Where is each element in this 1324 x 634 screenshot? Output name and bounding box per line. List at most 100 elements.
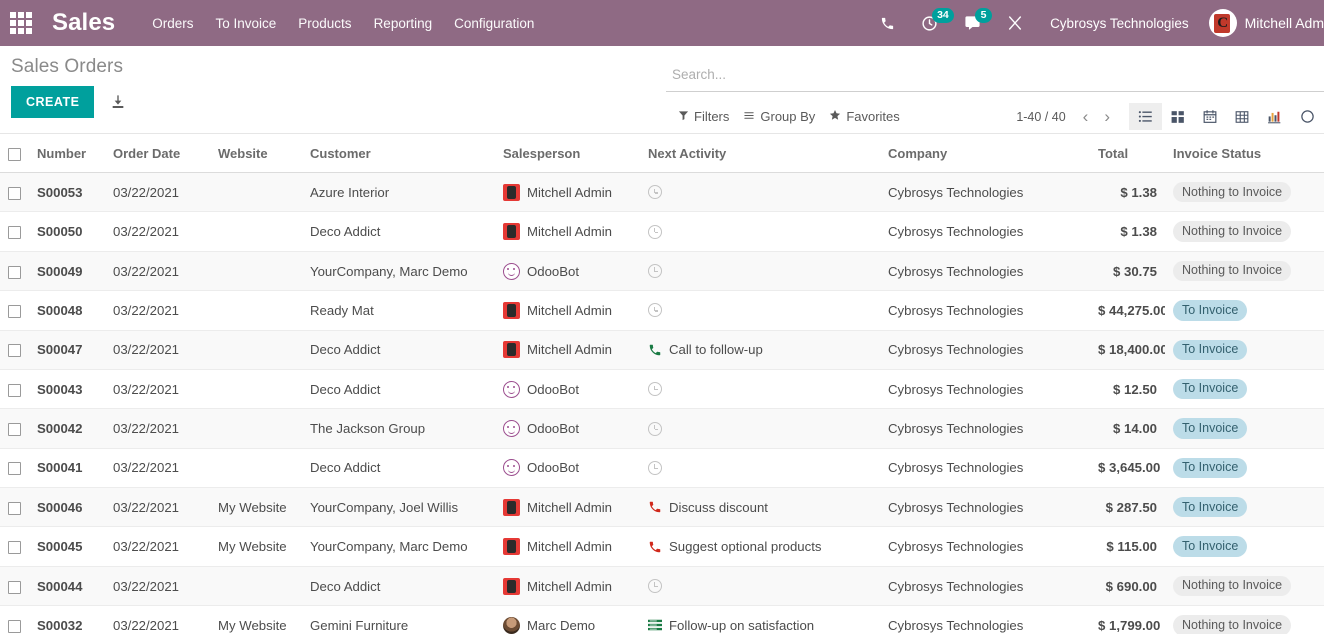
row-checkbox[interactable] xyxy=(8,186,21,200)
row-select-cell xyxy=(0,526,29,567)
table-row[interactable]: S00043 03/22/2021 Deco Addict OdooBot Cybros… xyxy=(0,369,1324,410)
table-row[interactable]: S00042 03/22/2021 The Jackson Group OdooBot… xyxy=(0,408,1324,449)
chat-messages-icon[interactable]: 5 xyxy=(951,0,994,46)
activity-clock-icon xyxy=(648,460,662,475)
column-header-website[interactable]: Website xyxy=(210,134,302,174)
cell-number[interactable]: S00042 xyxy=(29,408,105,449)
cell-number[interactable]: S00046 xyxy=(29,487,105,528)
company-selector[interactable]: Cybrosys Technologies xyxy=(1036,16,1203,31)
group-by-lines-icon xyxy=(743,109,755,124)
table-row[interactable]: S00047 03/22/2021 Deco Addict Mitchell Admi… xyxy=(0,330,1324,370)
table-row[interactable]: S00046 03/22/2021 My Website YourCompany, J… xyxy=(0,487,1324,528)
cell-number[interactable]: S00050 xyxy=(29,211,105,252)
cell-company: Cybrosys Technologies xyxy=(880,408,1090,449)
table-row[interactable]: S00045 03/22/2021 My Website YourCompany, M… xyxy=(0,526,1324,567)
cell-company: Cybrosys Technologies xyxy=(880,487,1090,528)
status-badge: Nothing to Invoice xyxy=(1173,575,1292,597)
cell-total: $ 44,275.00 xyxy=(1090,290,1165,331)
row-checkbox[interactable] xyxy=(8,462,21,476)
import-download-icon[interactable] xyxy=(104,90,132,114)
cell-customer: YourCompany, Marc Demo xyxy=(302,526,495,567)
column-header-next-activity[interactable]: Next Activity xyxy=(640,134,880,174)
cell-salesperson: OdooBot xyxy=(495,408,640,449)
row-select-cell xyxy=(0,448,29,489)
activity-clock-icon xyxy=(648,264,662,278)
cell-number[interactable]: S00044 xyxy=(29,566,105,607)
table-row[interactable]: S00049 03/22/2021 YourCompany, Marc Demo Od… xyxy=(0,251,1324,292)
search-input[interactable] xyxy=(672,67,1324,82)
row-select-cell xyxy=(0,290,29,331)
table-row[interactable]: S00041 03/22/2021 Deco Addict OdooBot Cybros… xyxy=(0,448,1324,489)
pivot-view-icon[interactable] xyxy=(1226,104,1258,130)
action-buttons: CREATE xyxy=(11,86,132,118)
row-select-cell xyxy=(0,369,29,410)
menu-item-products[interactable]: Products xyxy=(287,10,362,37)
cell-number[interactable]: S00048 xyxy=(29,290,105,331)
menu-item-reporting[interactable]: Reporting xyxy=(363,10,444,37)
cell-number[interactable]: S00032 xyxy=(29,605,105,634)
favorites-label: Favorites xyxy=(846,109,900,124)
kanban-view-icon[interactable] xyxy=(1162,104,1194,130)
favorites-button[interactable]: Favorites xyxy=(825,105,909,128)
control-panel: Sales Orders CREATE Filters xyxy=(0,46,1324,134)
chevron-left-icon[interactable]: ‹ xyxy=(1076,106,1096,127)
column-header-invoice-status[interactable]: Invoice Status xyxy=(1165,134,1324,174)
cell-invoice-status: To Invoice xyxy=(1165,408,1324,449)
chevron-right-icon[interactable]: › xyxy=(1097,106,1117,127)
row-checkbox[interactable] xyxy=(8,423,21,436)
column-header-company[interactable]: Company xyxy=(880,134,1090,174)
cell-number[interactable]: S00047 xyxy=(29,330,105,370)
cell-number[interactable]: S00053 xyxy=(29,172,105,213)
apps-grid-icon[interactable] xyxy=(6,8,36,38)
activity-phone-icon xyxy=(648,540,662,554)
cell-number[interactable]: S00041 xyxy=(29,448,105,489)
cell-number[interactable]: S00049 xyxy=(29,251,105,292)
tools-debug-icon[interactable] xyxy=(994,0,1036,46)
column-header-order-date[interactable]: Order Date xyxy=(105,134,210,174)
filters-button[interactable]: Filters xyxy=(674,105,739,128)
cell-invoice-status: Nothing to Invoice xyxy=(1165,251,1324,292)
cell-order-date: 03/22/2021 xyxy=(105,251,210,292)
row-checkbox[interactable] xyxy=(8,226,21,240)
status-badge: Nothing to Invoice xyxy=(1173,182,1292,203)
cell-company: Cybrosys Technologies xyxy=(880,605,1090,634)
table-row[interactable]: S00053 03/22/2021 Azure Interior Mitchell A… xyxy=(0,172,1324,213)
table-row[interactable]: S00048 03/22/2021 Ready Mat Mitchell Admin C… xyxy=(0,290,1324,331)
table-row[interactable]: S00032 03/22/2021 My Website Gemini Furnitu… xyxy=(0,605,1324,634)
cell-number[interactable]: S00045 xyxy=(29,526,105,567)
row-checkbox[interactable] xyxy=(8,383,21,397)
table-row[interactable]: S00044 03/22/2021 Deco Addict Mitchell Admi… xyxy=(0,566,1324,607)
cohort-view-icon[interactable] xyxy=(1291,103,1324,130)
cell-next-activity xyxy=(640,290,880,331)
column-header-salesperson[interactable]: Salesperson xyxy=(495,134,640,174)
cell-number[interactable]: S00043 xyxy=(29,369,105,410)
group-by-button[interactable]: Group By xyxy=(739,105,825,128)
menu-item-orders[interactable]: Orders xyxy=(141,10,204,37)
row-checkbox[interactable] xyxy=(8,541,21,555)
graph-view-icon[interactable] xyxy=(1258,104,1291,130)
table-row[interactable]: S00050 03/22/2021 Deco Addict Mitchell Admi… xyxy=(0,211,1324,252)
row-checkbox[interactable] xyxy=(8,344,21,358)
column-header-total[interactable]: Total xyxy=(1090,134,1165,174)
column-header-number[interactable]: Number xyxy=(29,134,105,174)
row-checkbox[interactable] xyxy=(8,501,21,515)
calendar-view-icon[interactable] xyxy=(1194,103,1226,130)
cell-next-activity: Call to follow-up xyxy=(640,330,880,370)
menu-item-configuration[interactable]: Configuration xyxy=(443,10,545,37)
phone-icon[interactable] xyxy=(867,0,908,46)
user-menu[interactable]: C Mitchell Adm xyxy=(1203,9,1324,37)
select-all-checkbox[interactable] xyxy=(8,148,21,162)
filters-label: Filters xyxy=(694,109,730,124)
app-brand-sales[interactable]: Sales xyxy=(52,9,115,37)
cell-website xyxy=(210,251,302,292)
row-checkbox[interactable] xyxy=(8,265,21,279)
menu-item-to-invoice[interactable]: To Invoice xyxy=(204,10,287,37)
create-button[interactable]: CREATE xyxy=(11,86,95,118)
cell-website xyxy=(210,408,302,449)
clock-activities-icon[interactable]: 34 xyxy=(908,0,954,46)
column-header-customer[interactable]: Customer xyxy=(302,134,495,174)
row-checkbox[interactable] xyxy=(8,580,21,594)
list-view-icon[interactable] xyxy=(1129,103,1162,130)
row-checkbox[interactable] xyxy=(8,619,21,633)
row-checkbox[interactable] xyxy=(8,304,21,318)
